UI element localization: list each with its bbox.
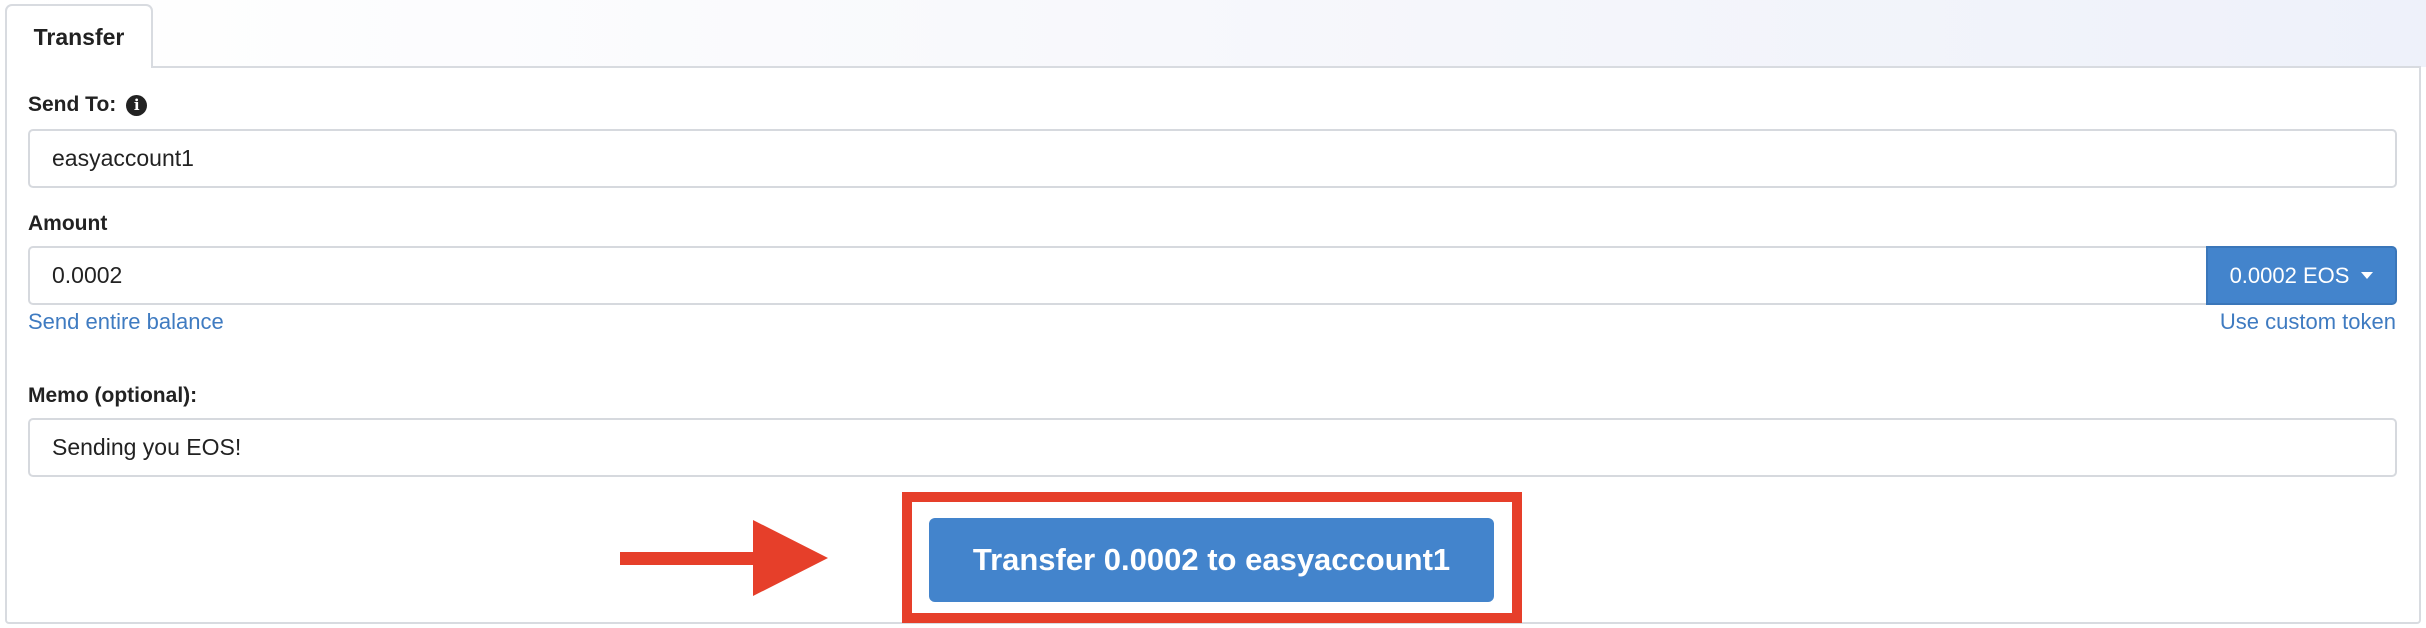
use-custom-token-link[interactable]: Use custom token [2220, 309, 2396, 335]
amount-label-text: Amount [28, 212, 108, 235]
amount-label: Amount [28, 212, 107, 236]
caret-down-icon [2361, 272, 2374, 279]
tab-transfer[interactable]: Transfer [5, 4, 153, 68]
send-entire-balance-link[interactable]: Send entire balance [28, 309, 224, 335]
memo-input[interactable]: Sending you EOS! [28, 418, 2397, 477]
tab-bar [0, 0, 2426, 67]
token-selector-button[interactable]: 0.0002 EOS [2206, 246, 2397, 305]
amount-input[interactable]: 0.0002 [28, 246, 2208, 305]
info-icon[interactable]: i [126, 94, 148, 116]
right-arrow-icon [620, 520, 828, 596]
transfer-button[interactable]: Transfer 0.0002 to easyaccount1 [929, 518, 1494, 602]
send-to-input[interactable]: easyaccount1 [28, 129, 2397, 188]
send-to-label: Send To: i [28, 93, 148, 117]
amount-value: 0.0002 [52, 262, 123, 288]
memo-label: Memo (optional): [28, 384, 197, 408]
send-to-label-text: Send To: [28, 93, 117, 116]
transfer-button-label: Transfer 0.0002 to easyaccount1 [972, 542, 1451, 577]
memo-label-text: Memo (optional): [28, 384, 198, 407]
memo-value: Sending you EOS! [52, 434, 242, 460]
send-to-value: easyaccount1 [52, 145, 194, 171]
token-selector-label: 0.0002 EOS [2229, 262, 2350, 288]
